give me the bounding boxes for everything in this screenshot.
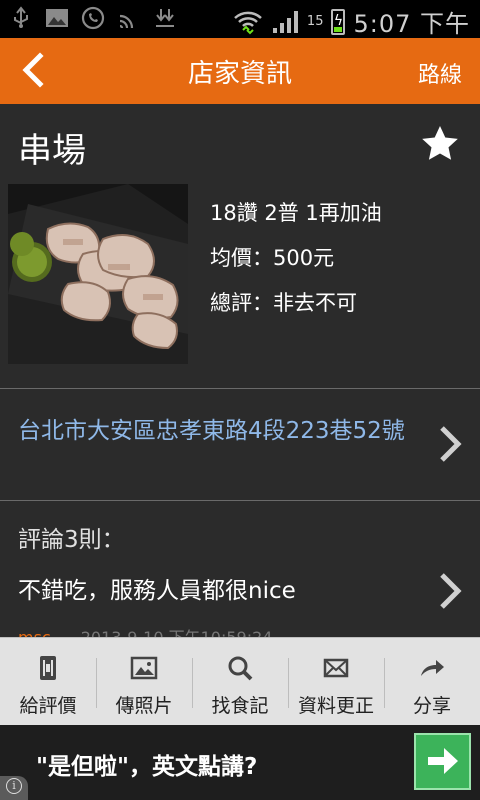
shop-name: 串場 xyxy=(18,131,86,171)
info-icon: i xyxy=(6,778,22,794)
ad-info-button[interactable]: i xyxy=(0,776,28,800)
search-icon xyxy=(228,656,253,681)
bottom-toolbar: 給評價 傳照片 找食記 資料更正 分享 xyxy=(0,637,480,726)
upload-photo-label: 傳照片 xyxy=(115,695,173,717)
shop-address[interactable]: 台北市大安區忠孝東路4段223巷52號 xyxy=(18,416,418,446)
favorite-star-icon[interactable] xyxy=(420,124,460,164)
ad-banner[interactable]: "是但啦"，英文點講? i xyxy=(0,725,480,800)
whatsapp-icon xyxy=(81,6,105,30)
chevron-right-icon[interactable] xyxy=(436,424,466,464)
clock: 5:07 下午 xyxy=(353,10,470,38)
wifi-icon xyxy=(234,11,262,34)
shop-stats: 18讚 2普 1再加油 xyxy=(210,201,382,225)
arrow-right-icon xyxy=(428,748,458,774)
review-text[interactable]: 不錯吃，服務人員都很nice xyxy=(18,571,296,605)
share-button[interactable]: 分享 xyxy=(384,638,480,726)
review-count: 評論3則： xyxy=(18,527,125,553)
correct-info-label: 資料更正 xyxy=(297,695,374,717)
image-icon xyxy=(46,9,68,27)
rate-label: 給評價 xyxy=(19,695,77,717)
shop-avg-price: 均價：500元 xyxy=(210,246,335,270)
battery-percent: 15 xyxy=(306,14,324,29)
rate-button[interactable]: 給評價 xyxy=(0,638,96,726)
chevron-right-icon[interactable] xyxy=(436,571,466,611)
notification-icons xyxy=(8,6,178,30)
page-title: 店家資訊 xyxy=(187,59,292,89)
ad-text: "是但啦"，英文點講? xyxy=(36,754,258,780)
picture-icon xyxy=(130,656,158,680)
skewer-food-photo xyxy=(8,184,188,364)
download-icon xyxy=(156,9,174,27)
shop-rating: 總評：非去不可 xyxy=(210,291,357,315)
share-label: 分享 xyxy=(412,695,451,717)
divider xyxy=(0,388,480,389)
find-blog-label: 找食記 xyxy=(211,695,269,717)
divider xyxy=(0,500,480,501)
app-header: 店家資訊 路線 xyxy=(0,38,480,104)
share-icon xyxy=(421,660,444,676)
menu-book-icon xyxy=(40,656,56,680)
find-blog-button[interactable]: 找食記 xyxy=(192,638,288,726)
cast-icon xyxy=(119,14,134,29)
mail-icon xyxy=(323,658,349,678)
battery-charging-icon: ϟ xyxy=(331,8,346,35)
signal-icon xyxy=(272,10,298,33)
ad-go-button[interactable] xyxy=(414,733,471,790)
upload-photo-button[interactable]: 傳照片 xyxy=(96,638,192,726)
correct-info-button[interactable]: 資料更正 xyxy=(288,638,384,726)
shop-photo[interactable] xyxy=(8,184,188,364)
usb-icon xyxy=(14,6,28,28)
status-bar: 15 ϟ 5:07 下午 xyxy=(0,0,480,38)
route-button[interactable]: 路線 xyxy=(418,57,462,89)
system-icons: 15 ϟ 5:07 下午 xyxy=(233,4,470,39)
